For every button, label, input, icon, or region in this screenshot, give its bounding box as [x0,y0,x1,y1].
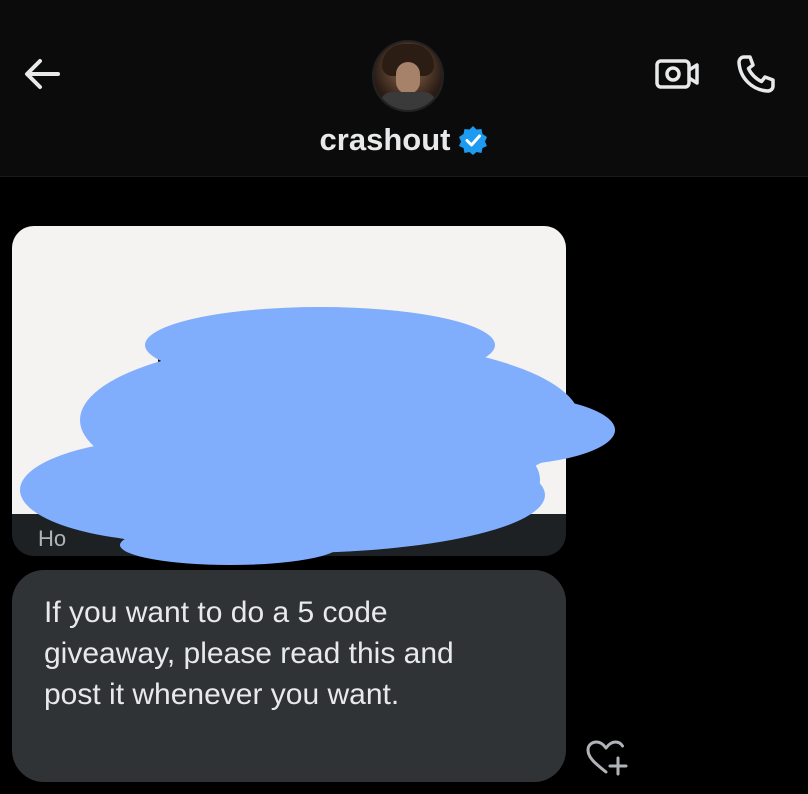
shared-post-graphic [158,336,234,365]
shared-post-caption: Ho [38,526,67,551]
heart-plus-icon[interactable] [584,738,628,778]
back-arrow-icon[interactable] [20,54,64,94]
avatar[interactable] [372,40,444,112]
message-text: If you want to do a 5 code giveaway, ple… [44,596,454,711]
shared-post-card[interactable]: Ho [12,226,566,556]
shared-post-image [12,226,566,514]
chat-header: crashout [0,0,808,177]
message-bubble[interactable]: If you want to do a 5 code giveaway, ple… [12,570,566,782]
video-call-icon[interactable] [654,56,700,92]
chat-title[interactable]: crashout [320,122,451,158]
verified-badge-icon [459,126,488,155]
phone-call-icon[interactable] [734,52,778,96]
title-row: crashout [0,120,808,160]
